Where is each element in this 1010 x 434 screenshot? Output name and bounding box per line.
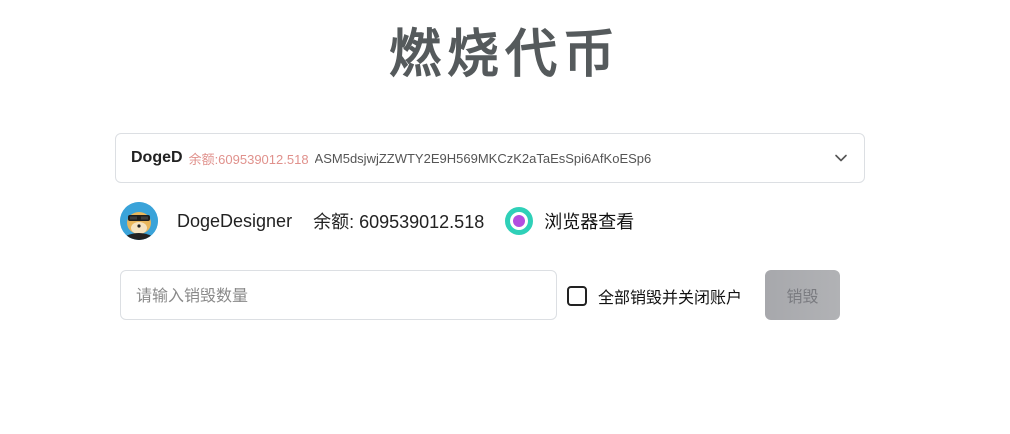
token-address: ASM5dsjwjZZWTY2E9H569MKCzK2aTaEsSpi6AfKo… <box>314 150 652 166</box>
close-all-checkbox-row[interactable]: 全部销毁并关闭账户 <box>567 285 742 307</box>
view-in-explorer-link[interactable]: 浏览器查看 <box>504 206 634 236</box>
burn-amount-input[interactable] <box>120 270 557 320</box>
burn-button[interactable]: 销毁 <box>765 270 840 320</box>
close-all-label: 全部销毁并关闭账户 <box>598 288 743 307</box>
avatar <box>120 202 158 240</box>
chevron-down-icon <box>834 151 848 165</box>
explorer-link-label: 浏览器查看 <box>544 212 635 233</box>
account-row: DogeDesigner 余额: 609539012.518 浏览器查看 <box>120 202 720 240</box>
token-symbol: DogeD <box>131 149 183 166</box>
account-name: DogeDesigner <box>177 210 293 231</box>
close-all-checkbox[interactable] <box>567 286 587 306</box>
token-select[interactable]: DogeD 余额:609539012.518 ASM5dsjwjZZWTY2E9… <box>115 133 865 183</box>
explorer-icon <box>504 206 534 236</box>
token-balance: 余额:609539012.518 <box>188 151 309 167</box>
page-title: 燃烧代币 <box>388 25 621 85</box>
account-balance: 余额: 609539012.518 <box>313 212 485 232</box>
